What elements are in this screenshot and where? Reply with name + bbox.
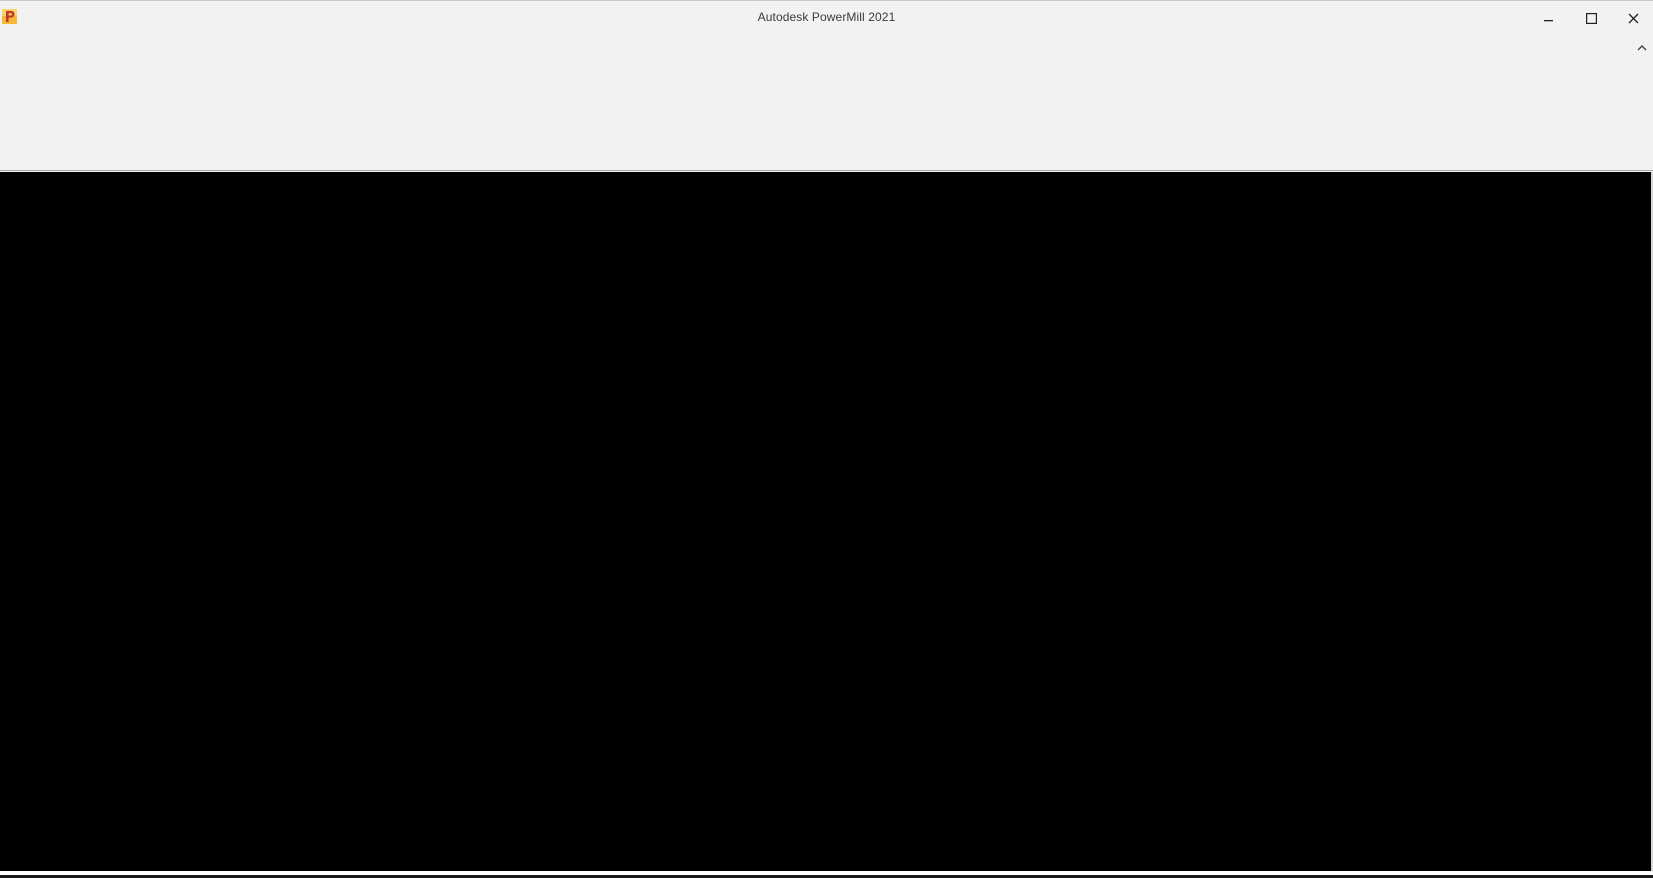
maximize-button[interactable] [1571, 5, 1611, 31]
maximize-icon [1585, 12, 1597, 24]
chevron-up-icon [1637, 39, 1647, 57]
title-bar[interactable]: Autodesk PowerMill 2021 [0, 1, 1653, 35]
status-strip [0, 871, 1653, 878]
app-window: Autodesk PowerMill 2021 [0, 0, 1653, 878]
graphics-viewport[interactable] [0, 172, 1651, 871]
close-button[interactable] [1613, 5, 1653, 31]
minimize-button[interactable] [1529, 5, 1569, 31]
ribbon-divider [0, 170, 1653, 171]
minimize-icon [1544, 13, 1554, 23]
ribbon-collapse-button[interactable] [1635, 41, 1649, 55]
close-icon [1628, 13, 1639, 24]
window-title: Autodesk PowerMill 2021 [757, 10, 896, 24]
ribbon-area [0, 35, 1653, 171]
